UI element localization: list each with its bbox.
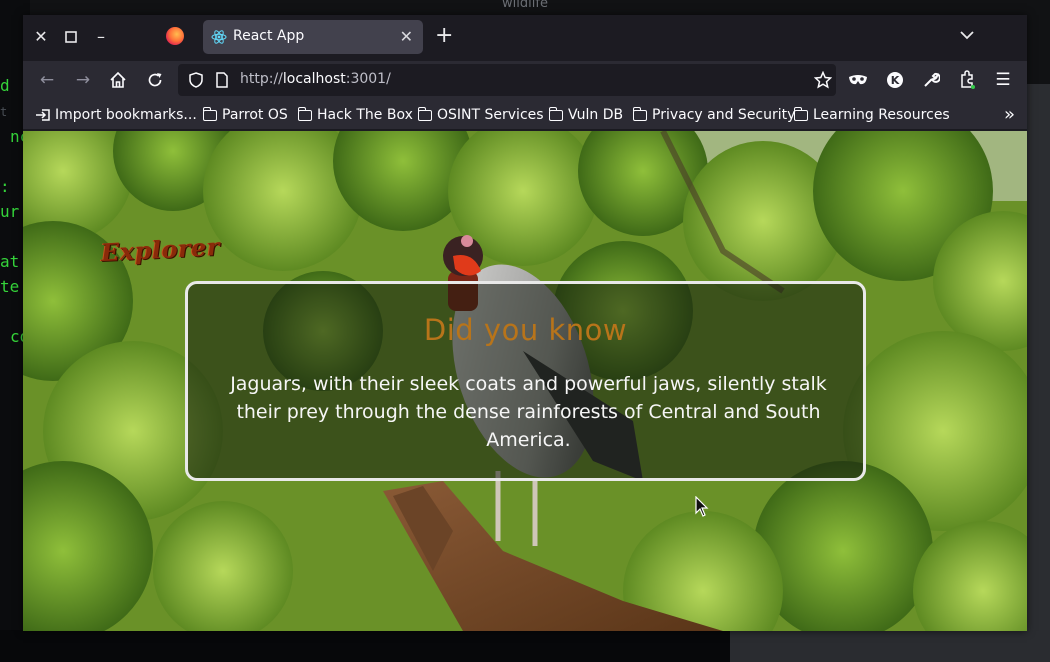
close-window-icon[interactable]: ✕: [31, 27, 51, 47]
bookmark-privacy-security[interactable]: Privacy and Security: [632, 105, 796, 125]
bookmark-label: Privacy and Security: [652, 107, 796, 123]
maximize-window-icon[interactable]: [61, 27, 81, 47]
forward-arrow-icon[interactable]: →: [73, 70, 93, 90]
bookmark-label: Hack The Box: [317, 107, 413, 123]
address-bar[interactable]: http://localhost:3001/: [178, 64, 836, 96]
bookmark-parrot-os[interactable]: Parrot OS: [202, 105, 288, 125]
minimize-window-icon[interactable]: –: [91, 27, 111, 47]
taskbar-area: [0, 630, 735, 662]
bookmark-label: Import bookmarks...: [55, 107, 197, 123]
folder-icon: [548, 106, 563, 121]
folder-icon: [297, 106, 312, 121]
menu-hamburger-icon[interactable]: ☰: [993, 70, 1013, 90]
desktop-window-title: wildlife: [502, 0, 548, 11]
svg-text:K: K: [891, 74, 900, 87]
bookmark-hack-the-box[interactable]: Hack The Box: [297, 105, 413, 125]
terminal-line: ur: [0, 202, 20, 221]
fact-card-title: Did you know: [423, 313, 628, 347]
tab-bar: ✕ – React App ✕ +: [23, 15, 1027, 61]
page-info-icon[interactable]: [215, 72, 229, 88]
back-arrow-icon[interactable]: ←: [37, 70, 57, 90]
tab-close-icon[interactable]: ✕: [400, 27, 413, 46]
browser-window: ✕ – React App ✕ + ← → http://localhost:3…: [23, 15, 1027, 631]
list-all-tabs-icon[interactable]: [959, 27, 975, 43]
bookmark-import[interactable]: Import bookmarks...: [35, 105, 197, 125]
new-tab-icon[interactable]: +: [435, 25, 453, 47]
terminal-line: at: [0, 252, 20, 271]
private-mask-icon[interactable]: [848, 70, 868, 90]
url-text[interactable]: http://localhost:3001/: [240, 71, 391, 87]
folder-icon: [417, 106, 432, 121]
bookmark-label: Learning Resources: [813, 107, 950, 123]
bookmarks-toolbar: Import bookmarks... Parrot OS Hack The B…: [23, 99, 1027, 130]
bookmark-label: OSINT Services: [437, 107, 544, 123]
fact-card-text: Jaguars, with their sleek coats and powe…: [230, 373, 827, 451]
tab-title: React App: [233, 28, 305, 44]
shield-icon[interactable]: [188, 72, 204, 88]
bookmark-label: Parrot OS: [222, 107, 288, 123]
terminal-line: :: [0, 177, 10, 196]
terminal-line: te: [0, 277, 20, 296]
background-window-edge: [1027, 84, 1050, 630]
did-you-know-card: Did you know Jaguars, with their sleek c…: [185, 281, 866, 481]
bookmark-learning-resources[interactable]: Learning Resources: [793, 105, 950, 125]
reload-icon[interactable]: [145, 70, 165, 90]
bookmark-vuln-db[interactable]: Vuln DB: [548, 105, 624, 125]
bookmark-star-icon[interactable]: [814, 71, 832, 89]
home-icon[interactable]: [108, 70, 128, 90]
navigation-toolbar: ← → http://localhost:3001/ K ☰: [23, 61, 1027, 99]
extensions-icon[interactable]: [957, 70, 977, 90]
import-icon: [36, 109, 50, 121]
wrench-icon[interactable]: [921, 70, 941, 90]
folder-icon: [202, 106, 217, 121]
bookmark-label: Vuln DB: [568, 107, 624, 123]
background-panel: [730, 630, 1050, 662]
more-bookmarks-chevron-icon[interactable]: »: [1004, 104, 1015, 125]
terminal-line: d: [0, 76, 10, 95]
bookmark-osint-services[interactable]: OSINT Services: [417, 105, 544, 125]
folder-icon: [632, 106, 647, 121]
firefox-view-icon[interactable]: [166, 27, 184, 45]
page-viewport: Explorer Did you know Jaguars, with thei…: [23, 131, 1027, 631]
account-k-icon[interactable]: K: [885, 70, 905, 90]
folder-icon: [793, 106, 808, 121]
react-logo-icon: [211, 30, 227, 44]
tab-react-app[interactable]: React App ✕: [203, 20, 423, 54]
mouse-cursor-icon: [695, 496, 709, 517]
